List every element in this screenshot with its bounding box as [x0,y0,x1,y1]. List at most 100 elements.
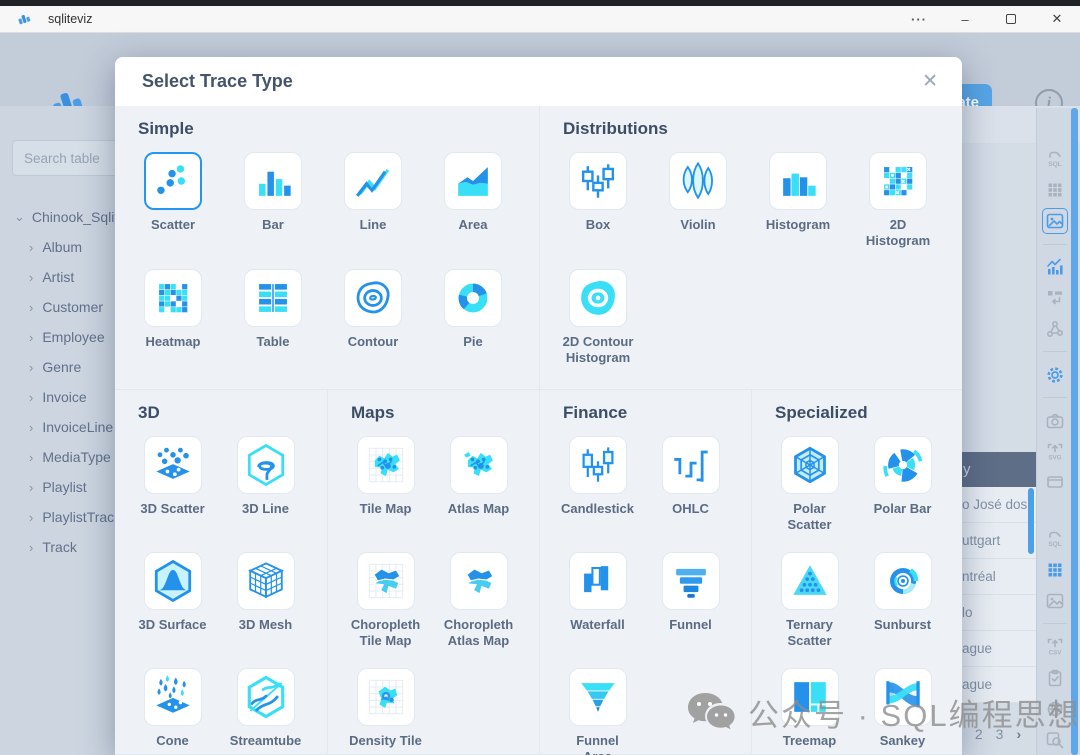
sql-file-icon[interactable]: SQL [1042,147,1068,173]
line-icon[interactable] [344,152,402,210]
trace-type-2d-contour-histogram[interactable]: 2D Contour Histogram [548,269,648,386]
trace-type-3d-mesh[interactable]: 3D Mesh [219,552,312,668]
bar-icon[interactable] [244,152,302,210]
graph-nodes-icon[interactable] [1042,316,1068,342]
trace-type-bar[interactable]: Bar [223,152,323,269]
3d-mesh-icon[interactable] [237,552,295,610]
chart-image-icon[interactable] [1042,208,1068,234]
ternary-scatter-icon[interactable] [781,552,839,610]
atlas-map-icon[interactable] [450,436,508,494]
3d-line-icon[interactable] [237,436,295,494]
window-menu-button[interactable]: ··· [896,6,942,32]
window-icon[interactable] [1042,470,1068,496]
trace-type-treemap[interactable]: Treemap [763,668,856,755]
trace-type-choropleth-tile-map[interactable]: Choropleth Tile Map [339,552,432,668]
pie-icon[interactable] [444,269,502,327]
sunburst-icon[interactable] [874,552,932,610]
trace-type-heatmap[interactable]: Heatmap [123,269,223,386]
gear-icon[interactable] [1042,362,1068,388]
waterfall-icon[interactable] [569,552,627,610]
polar-bar-icon[interactable] [874,436,932,494]
section-title: Distributions [540,106,962,139]
trace-type-2d-histogram[interactable]: 2D Histogram [848,152,948,269]
contour-icon[interactable] [344,269,402,327]
trace-type-waterfall[interactable]: Waterfall [551,552,644,668]
trace-type-ohlc[interactable]: OHLC [644,436,737,552]
search-icon[interactable] [1042,727,1068,753]
trace-type-density-tile[interactable]: Density Tile [339,668,432,755]
export-csv-icon[interactable]: CSV [1042,634,1068,660]
ohlc-icon[interactable] [662,436,720,494]
trace-type-atlas-map[interactable]: Atlas Map [432,436,525,552]
trace-type-polar-scatter[interactable]: Polar Scatter [763,436,856,552]
trace-type-contour[interactable]: Contour [323,269,423,386]
funnel-area-icon[interactable] [569,668,627,726]
trace-type-box[interactable]: Box [548,152,648,269]
table-scrollbar-thumb[interactable] [1028,488,1034,554]
box-icon[interactable] [569,152,627,210]
tile-label: Pie [463,334,483,350]
trace-type-sunburst[interactable]: Sunburst [856,552,949,668]
cone-icon[interactable] [144,668,202,726]
trace-type-tile-map[interactable]: Tile Map [339,436,432,552]
violin-icon[interactable] [669,152,727,210]
trace-type-3d-scatter[interactable]: 3D Scatter [126,436,219,552]
trace-type-scatter[interactable]: Scatter [123,152,223,269]
3d-surface-icon[interactable] [144,552,202,610]
heatmap-icon[interactable] [144,269,202,327]
trace-type-cone[interactable]: Cone [126,668,219,755]
chevron-right-icon: › [29,330,33,345]
sankey-icon[interactable] [874,668,932,726]
trace-type-funnel-area[interactable]: Funnel Area [551,668,644,755]
trace-type-polar-bar[interactable]: Polar Bar [856,436,949,552]
candlestick-icon[interactable] [569,436,627,494]
trace-type-histogram[interactable]: Histogram [748,152,848,269]
chart-bars-icon[interactable] [1042,254,1068,280]
camera-icon[interactable] [1042,408,1068,434]
trace-type-line[interactable]: Line [323,152,423,269]
histogram-icon[interactable] [769,152,827,210]
sql-file-icon[interactable]: SQL [1042,526,1068,552]
trace-type-table[interactable]: Table [223,269,323,386]
trace-type-choropleth-atlas-map[interactable]: Choropleth Atlas Map [432,552,525,668]
trace-type-3d-line[interactable]: 3D Line [219,436,312,552]
treemap-icon[interactable] [781,668,839,726]
maximize-button[interactable] [988,6,1034,32]
density-tile-icon[interactable] [357,668,415,726]
trace-type-ternary-scatter[interactable]: Ternary Scatter [763,552,856,668]
choropleth-tile-map-icon[interactable] [357,552,415,610]
table-icon[interactable] [244,269,302,327]
layout-icon[interactable] [1042,285,1068,311]
close-window-button[interactable]: ✕ [1034,6,1080,32]
trace-type-sankey[interactable]: Sankey [856,668,949,755]
pagination-next[interactable]: › [1016,726,1021,742]
page-scrollbar[interactable] [1071,108,1078,755]
minimize-button[interactable]: – [942,6,988,32]
pagination-page-2[interactable]: 2 [975,726,983,742]
chart-image-icon[interactable] [1042,588,1068,614]
3d-scatter-icon[interactable] [144,436,202,494]
clipboard-icon[interactable] [1042,665,1068,691]
pagination-page-3[interactable]: 3 [996,726,1004,742]
2d-contour-histogram-icon[interactable] [569,269,627,327]
trace-type-violin[interactable]: Violin [648,152,748,269]
polar-scatter-icon[interactable] [781,436,839,494]
trace-type-funnel[interactable]: Funnel [644,552,737,668]
streamtube-icon[interactable] [237,668,295,726]
trace-type-pie[interactable]: Pie [423,269,523,386]
result-grid-icon[interactable] [1042,557,1068,583]
tile-map-icon[interactable] [357,436,415,494]
area-icon[interactable] [444,152,502,210]
result-grid-icon[interactable] [1042,177,1068,203]
trace-type-area[interactable]: Area [423,152,523,269]
scatter-icon[interactable] [144,152,202,210]
close-icon[interactable]: ✕ [914,66,946,97]
choropleth-atlas-map-icon[interactable] [450,552,508,610]
2d-histogram-icon[interactable] [869,152,927,210]
globe-icon[interactable] [1042,696,1068,722]
trace-type-3d-surface[interactable]: 3D Surface [126,552,219,668]
trace-type-candlestick[interactable]: Candlestick [551,436,644,552]
export-svg-icon[interactable]: SVG [1042,439,1068,465]
trace-type-streamtube[interactable]: Streamtube [219,668,312,755]
funnel-icon[interactable] [662,552,720,610]
